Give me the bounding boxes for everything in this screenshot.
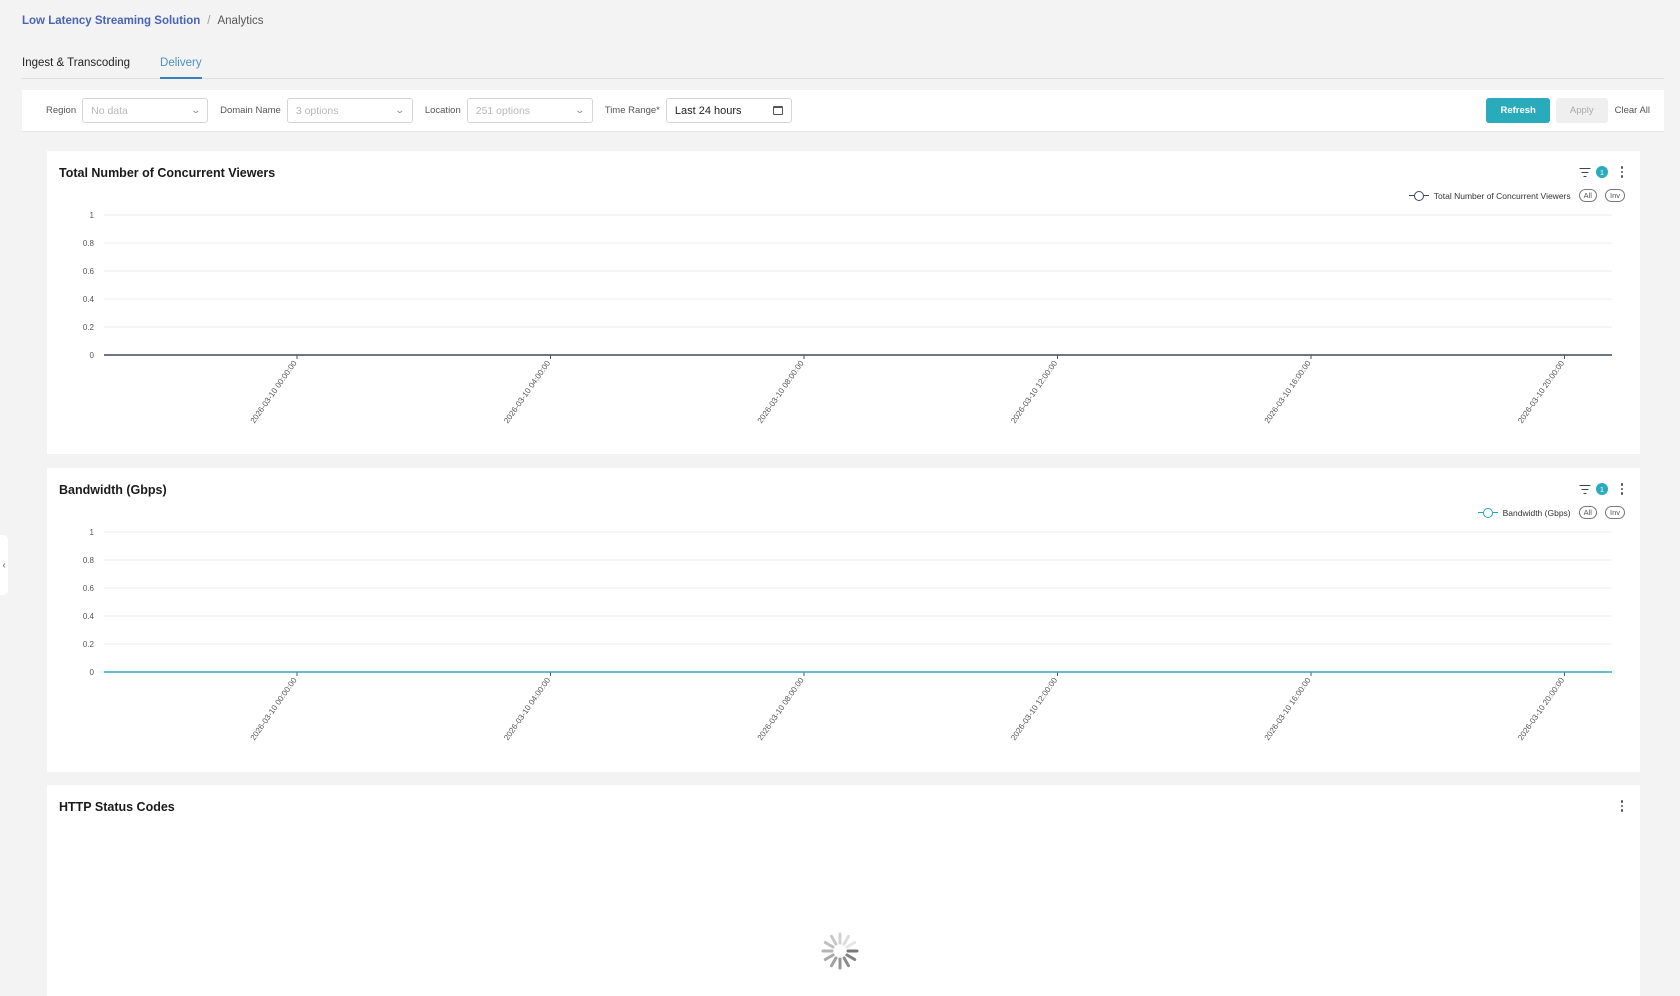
spinner-segment [842, 934, 850, 946]
y-tick-label: 0 [90, 668, 95, 677]
y-tick-label: 0.6 [83, 584, 95, 593]
y-tick-label: 0.2 [83, 640, 95, 649]
bandwidth-panel: Bandwidth (Gbps) 1 Bandwidth (Gbps) All … [47, 468, 1640, 772]
y-tick-label: 1 [90, 211, 95, 220]
y-tick-label: 1 [90, 528, 95, 537]
spinner-segment [823, 953, 835, 961]
legend-label[interactable]: Total Number of Concurrent Viewers [1434, 191, 1571, 201]
spinner-segment [830, 934, 838, 946]
tab-ingest-transcoding[interactable]: Ingest & Transcoding [22, 55, 130, 79]
panel-tools: 1 [1579, 482, 1626, 496]
x-tick-label: 2026-03-10 08:00:00 [756, 676, 806, 742]
calendar-icon [772, 106, 783, 115]
y-tick-label: 0.8 [83, 239, 95, 248]
panel-tools: 1 [1579, 165, 1626, 179]
x-tick-label: 2026-03-10 12:00:00 [1009, 359, 1059, 425]
concurrent-viewers-panel: Total Number of Concurrent Viewers 1 Tot… [47, 151, 1640, 454]
time-range-value: Last 24 hours [674, 104, 742, 117]
filter-count-badge: 1 [1596, 166, 1608, 178]
required-mark: * [656, 105, 660, 116]
breadcrumb-current: Analytics [217, 15, 264, 27]
domain-name-label: Domain Name [220, 105, 281, 116]
panel-title: Bandwidth (Gbps) [59, 483, 167, 497]
time-range-label-text: Time Range [604, 105, 657, 116]
tab-delivery[interactable]: Delivery [160, 55, 202, 79]
chevron-left-icon: ‹ [2, 559, 6, 571]
clear-all-button[interactable]: Clear All [1615, 105, 1650, 116]
time-range-picker[interactable]: Last 24 hours [665, 98, 792, 123]
series-filter-button[interactable]: 1 [1579, 483, 1608, 495]
x-tick-label: 2026-03-10 00:00:00 [249, 359, 299, 425]
concurrent-viewers-chart: 1 0.8 0.6 0.4 0.2 0 2026-03-10 00:00:00 2026-03… [83, 211, 1612, 425]
loading-spinner-icon [821, 932, 859, 970]
filter-icon [1579, 167, 1590, 177]
bandwidth-chart: 1 0.8 0.6 0.4 0.2 0 2026-03-10 00:00:00 2026-03… [83, 528, 1612, 742]
breadcrumb-separator: / [207, 15, 211, 27]
legend-label[interactable]: Bandwidth (Gbps) [1503, 508, 1571, 518]
filter-icon [1579, 484, 1590, 494]
x-tick-label: 2026-03-10 04:00:00 [502, 359, 552, 425]
y-tick-label: 0.6 [83, 267, 95, 276]
spinner-segment [823, 941, 835, 949]
refresh-button[interactable]: Refresh [1486, 98, 1550, 123]
x-tick-label: 2026-03-10 00:00:00 [249, 676, 299, 742]
y-tick-label: 0.4 [83, 612, 95, 621]
series-filter-button[interactable]: 1 [1579, 166, 1608, 178]
domain-name-select[interactable]: 3 options ⌄ [286, 98, 413, 123]
spinner-segment [845, 941, 857, 949]
x-tick-label: 2026-03-10 16:00:00 [1263, 676, 1313, 742]
y-tick-label: 0 [90, 351, 95, 360]
tab-bar: Ingest & Transcoding Delivery [22, 55, 1664, 79]
breadcrumb-root-link[interactable]: Low Latency Streaming Solution [22, 15, 200, 27]
y-tick-label: 0.2 [83, 323, 95, 332]
location-select[interactable]: 251 options ⌄ [466, 98, 593, 123]
legend-line-marker [1477, 507, 1498, 518]
x-tick-label: 2026-03-10 08:00:00 [756, 359, 806, 425]
location-placeholder: 251 options [475, 104, 531, 117]
x-tick-label: 2026-03-10 20:00:00 [1516, 359, 1566, 425]
http-status-codes-panel: HTTP Status Codes [47, 785, 1640, 996]
panel-title: Total Number of Concurrent Viewers [59, 166, 276, 180]
region-placeholder: No data [91, 104, 128, 117]
chevron-down-icon: ⌄ [190, 105, 201, 115]
chevron-down-icon: ⌄ [574, 105, 586, 115]
filter-bar: Region No data ⌄ Domain Name 3 options ⌄… [22, 90, 1664, 132]
panel-tools [1618, 799, 1626, 813]
chevron-down-icon: ⌄ [394, 105, 406, 115]
location-label: Location [424, 105, 461, 116]
region-select[interactable]: No data ⌄ [82, 98, 209, 123]
spinner-segment [842, 956, 850, 968]
more-options-icon[interactable] [1618, 799, 1626, 813]
breadcrumb: Low Latency Streaming Solution / Analyti… [22, 15, 264, 27]
y-tick-label: 0.8 [83, 556, 95, 565]
apply-button[interactable]: Apply [1555, 98, 1608, 123]
x-tick-label: 2026-03-10 12:00:00 [1009, 676, 1059, 742]
y-tick-label: 0.4 [83, 295, 95, 304]
sidebar-collapse-handle[interactable]: ‹ [0, 535, 8, 595]
x-tick-label: 2026-03-10 20:00:00 [1516, 676, 1566, 742]
region-label: Region [46, 105, 77, 116]
filter-count-badge: 1 [1596, 483, 1608, 495]
legend-line-marker [1408, 190, 1429, 201]
x-tick-label: 2026-03-10 16:00:00 [1263, 359, 1313, 425]
spinner-segment [845, 953, 857, 961]
domain-name-placeholder: 3 options [295, 104, 339, 117]
spinner-segment [830, 956, 838, 968]
panel-title: HTTP Status Codes [59, 800, 175, 814]
more-options-icon[interactable] [1618, 165, 1626, 179]
x-tick-label: 2026-03-10 04:00:00 [502, 676, 552, 742]
more-options-icon[interactable] [1618, 482, 1626, 496]
time-range-label: Time Range* [605, 105, 660, 116]
